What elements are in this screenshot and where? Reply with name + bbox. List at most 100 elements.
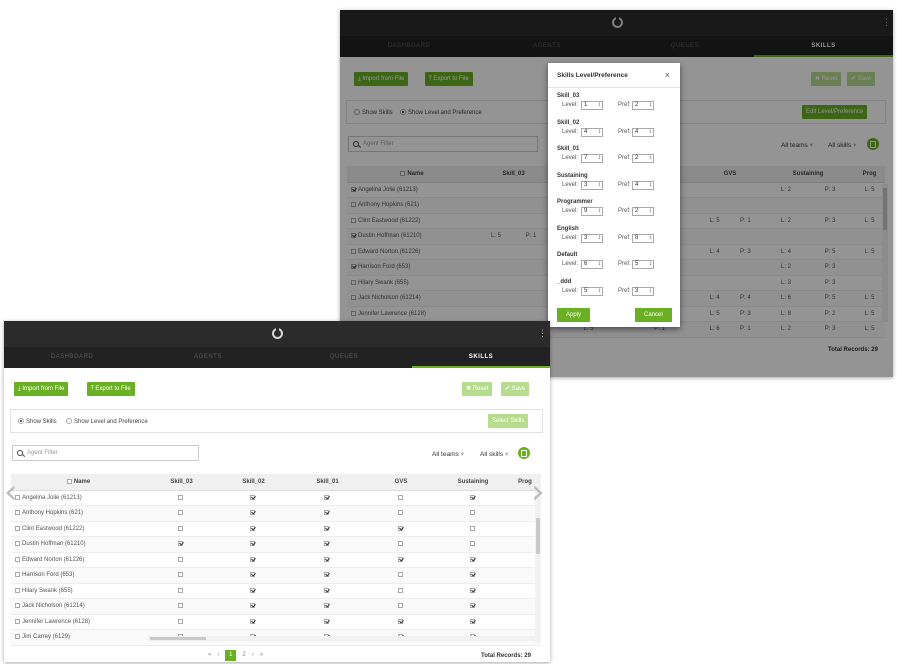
skill-checkbox-checked[interactable] <box>397 618 403 624</box>
page-1-button[interactable]: 1 <box>225 650 237 661</box>
skill-cell[interactable] <box>437 567 509 584</box>
skill-checkbox[interactable] <box>178 618 183 624</box>
skill-cell[interactable] <box>365 552 437 568</box>
skill-cell[interactable] <box>146 598 217 615</box>
chevron-right-icon[interactable]: › <box>531 475 545 509</box>
cancel-button[interactable]: Cancel <box>635 308 672 322</box>
last-page-button[interactable]: » <box>260 652 263 658</box>
skill-cell[interactable] <box>365 521 437 537</box>
row-checkbox[interactable] <box>15 556 20 562</box>
pref-spinner[interactable]: 5 <box>632 260 654 269</box>
skill-cell[interactable] <box>290 552 365 568</box>
skill-cell[interactable] <box>217 521 290 537</box>
show-level-radio[interactable]: Show Level and Preference <box>66 418 148 425</box>
table-row[interactable]: Clint Eastwood (61222) <box>11 521 541 537</box>
kebab-menu-icon[interactable]: ⋮ <box>538 328 547 338</box>
level-spinner[interactable]: 9 <box>581 207 603 216</box>
prev-page-button[interactable]: ‹ <box>217 652 219 658</box>
table-row[interactable]: Hilary Swank (655) <box>11 583 541 599</box>
skill-checkbox-checked[interactable] <box>324 494 329 500</box>
teams-dropdown[interactable]: All teams ▾ <box>432 450 464 458</box>
skill-cell[interactable] <box>437 583 509 599</box>
next-page-button[interactable]: › <box>252 652 254 658</box>
skill-cell[interactable] <box>146 505 217 522</box>
skill-cell[interactable] <box>290 598 365 615</box>
pref-spinner[interactable]: 2 <box>632 101 654 110</box>
skill-checkbox[interactable] <box>397 510 403 516</box>
agent-name-cell[interactable]: Jack Nicholson (61214) <box>11 598 146 615</box>
skill-checkbox-checked[interactable] <box>250 541 255 547</box>
skill-cell[interactable] <box>217 567 290 584</box>
select-all-checkbox[interactable] <box>66 478 72 484</box>
skill-checkbox-checked[interactable] <box>250 572 255 578</box>
add-skill-icon[interactable] <box>518 447 530 459</box>
skill-checkbox[interactable] <box>178 572 183 578</box>
skill-cell[interactable] <box>437 552 509 568</box>
skill-checkbox[interactable] <box>397 587 403 593</box>
skill-checkbox[interactable] <box>178 510 183 516</box>
skill-checkbox[interactable] <box>397 494 403 500</box>
skill-cell[interactable] <box>365 536 437 553</box>
skill-cell[interactable] <box>217 490 290 506</box>
vertical-scrollbar[interactable] <box>535 490 541 643</box>
skill-cell[interactable] <box>437 521 509 537</box>
agent-name-cell[interactable]: Hilary Swank (655) <box>11 583 146 599</box>
tab-agents[interactable]: AGENTS <box>140 347 276 368</box>
level-spinner[interactable]: 5 <box>581 286 603 296</box>
skill-cell[interactable] <box>217 552 290 568</box>
agent-name-cell[interactable]: Edward Norton (61226) <box>11 552 146 568</box>
skills-dropdown[interactable]: All skills ▾ <box>480 450 508 458</box>
pref-spinner[interactable]: 4 <box>632 127 654 137</box>
skill-cell[interactable] <box>146 536 217 553</box>
skill-cell[interactable] <box>146 583 217 599</box>
skill-cell[interactable] <box>217 614 290 630</box>
skill-cell[interactable] <box>146 567 217 584</box>
skill-cell[interactable] <box>217 505 290 522</box>
row-checkbox[interactable] <box>15 603 20 609</box>
apply-button[interactable]: Apply <box>557 308 591 322</box>
import-button[interactable]: ⤓ Import from File <box>14 382 69 396</box>
skill-cell[interactable] <box>146 614 217 630</box>
skill-checkbox-checked[interactable] <box>250 494 255 500</box>
agent-name-cell[interactable]: Angelina Jolie (61213) <box>11 490 146 506</box>
show-skills-radio[interactable]: Show Skills <box>18 418 57 425</box>
skill-checkbox-checked[interactable] <box>250 618 255 624</box>
pref-spinner[interactable]: 4 <box>632 180 654 190</box>
horizontal-scrollbar[interactable] <box>148 636 535 641</box>
level-spinner[interactable]: 6 <box>581 260 603 269</box>
reset-button[interactable]: ✖ Reset <box>462 382 493 396</box>
skill-checkbox-checked[interactable] <box>469 572 475 578</box>
pref-spinner[interactable]: 2 <box>632 207 654 216</box>
table-row[interactable]: Dustin Hoffman (61210) <box>11 536 541 553</box>
chevron-left-icon[interactable]: ‹ <box>4 475 18 509</box>
skill-cell[interactable] <box>290 614 365 630</box>
first-page-button[interactable]: « <box>208 652 211 658</box>
skill-checkbox[interactable] <box>178 494 183 500</box>
row-checkbox[interactable] <box>15 587 20 593</box>
tab-dashboard[interactable]: DASHBOARD <box>4 347 140 368</box>
save-button[interactable]: ✔ Save <box>501 382 530 396</box>
skill-cell[interactable] <box>437 614 509 630</box>
skill-cell[interactable] <box>146 552 217 568</box>
skill-checkbox-checked[interactable] <box>469 556 475 562</box>
skill-cell[interactable] <box>146 490 217 506</box>
table-row[interactable]: Harrison Ford (653) <box>11 567 541 584</box>
skill-checkbox[interactable] <box>178 525 183 531</box>
skill-cell[interactable] <box>365 490 437 506</box>
skill-cell[interactable] <box>217 598 290 615</box>
skill-cell[interactable] <box>290 583 365 599</box>
level-spinner[interactable]: 3 <box>581 233 603 243</box>
skill-cell[interactable] <box>365 583 437 599</box>
tab-skills[interactable]: SKILLS <box>412 347 550 368</box>
skill-checkbox-checked[interactable] <box>324 541 329 547</box>
skill-checkbox-checked[interactable] <box>469 587 475 593</box>
table-row[interactable]: Jennifer Lawrence (6128) <box>11 614 541 630</box>
skill-cell[interactable] <box>365 505 437 522</box>
close-icon[interactable]: × <box>665 70 670 80</box>
agent-name-cell[interactable]: Clint Eastwood (61222) <box>11 521 146 537</box>
skill-checkbox-checked[interactable] <box>469 494 475 500</box>
skill-cell[interactable] <box>217 536 290 553</box>
skill-checkbox[interactable] <box>178 556 183 562</box>
agent-name-cell[interactable]: Jennifer Lawrence (6128) <box>11 614 146 630</box>
pref-spinner[interactable]: 2 <box>632 154 654 163</box>
